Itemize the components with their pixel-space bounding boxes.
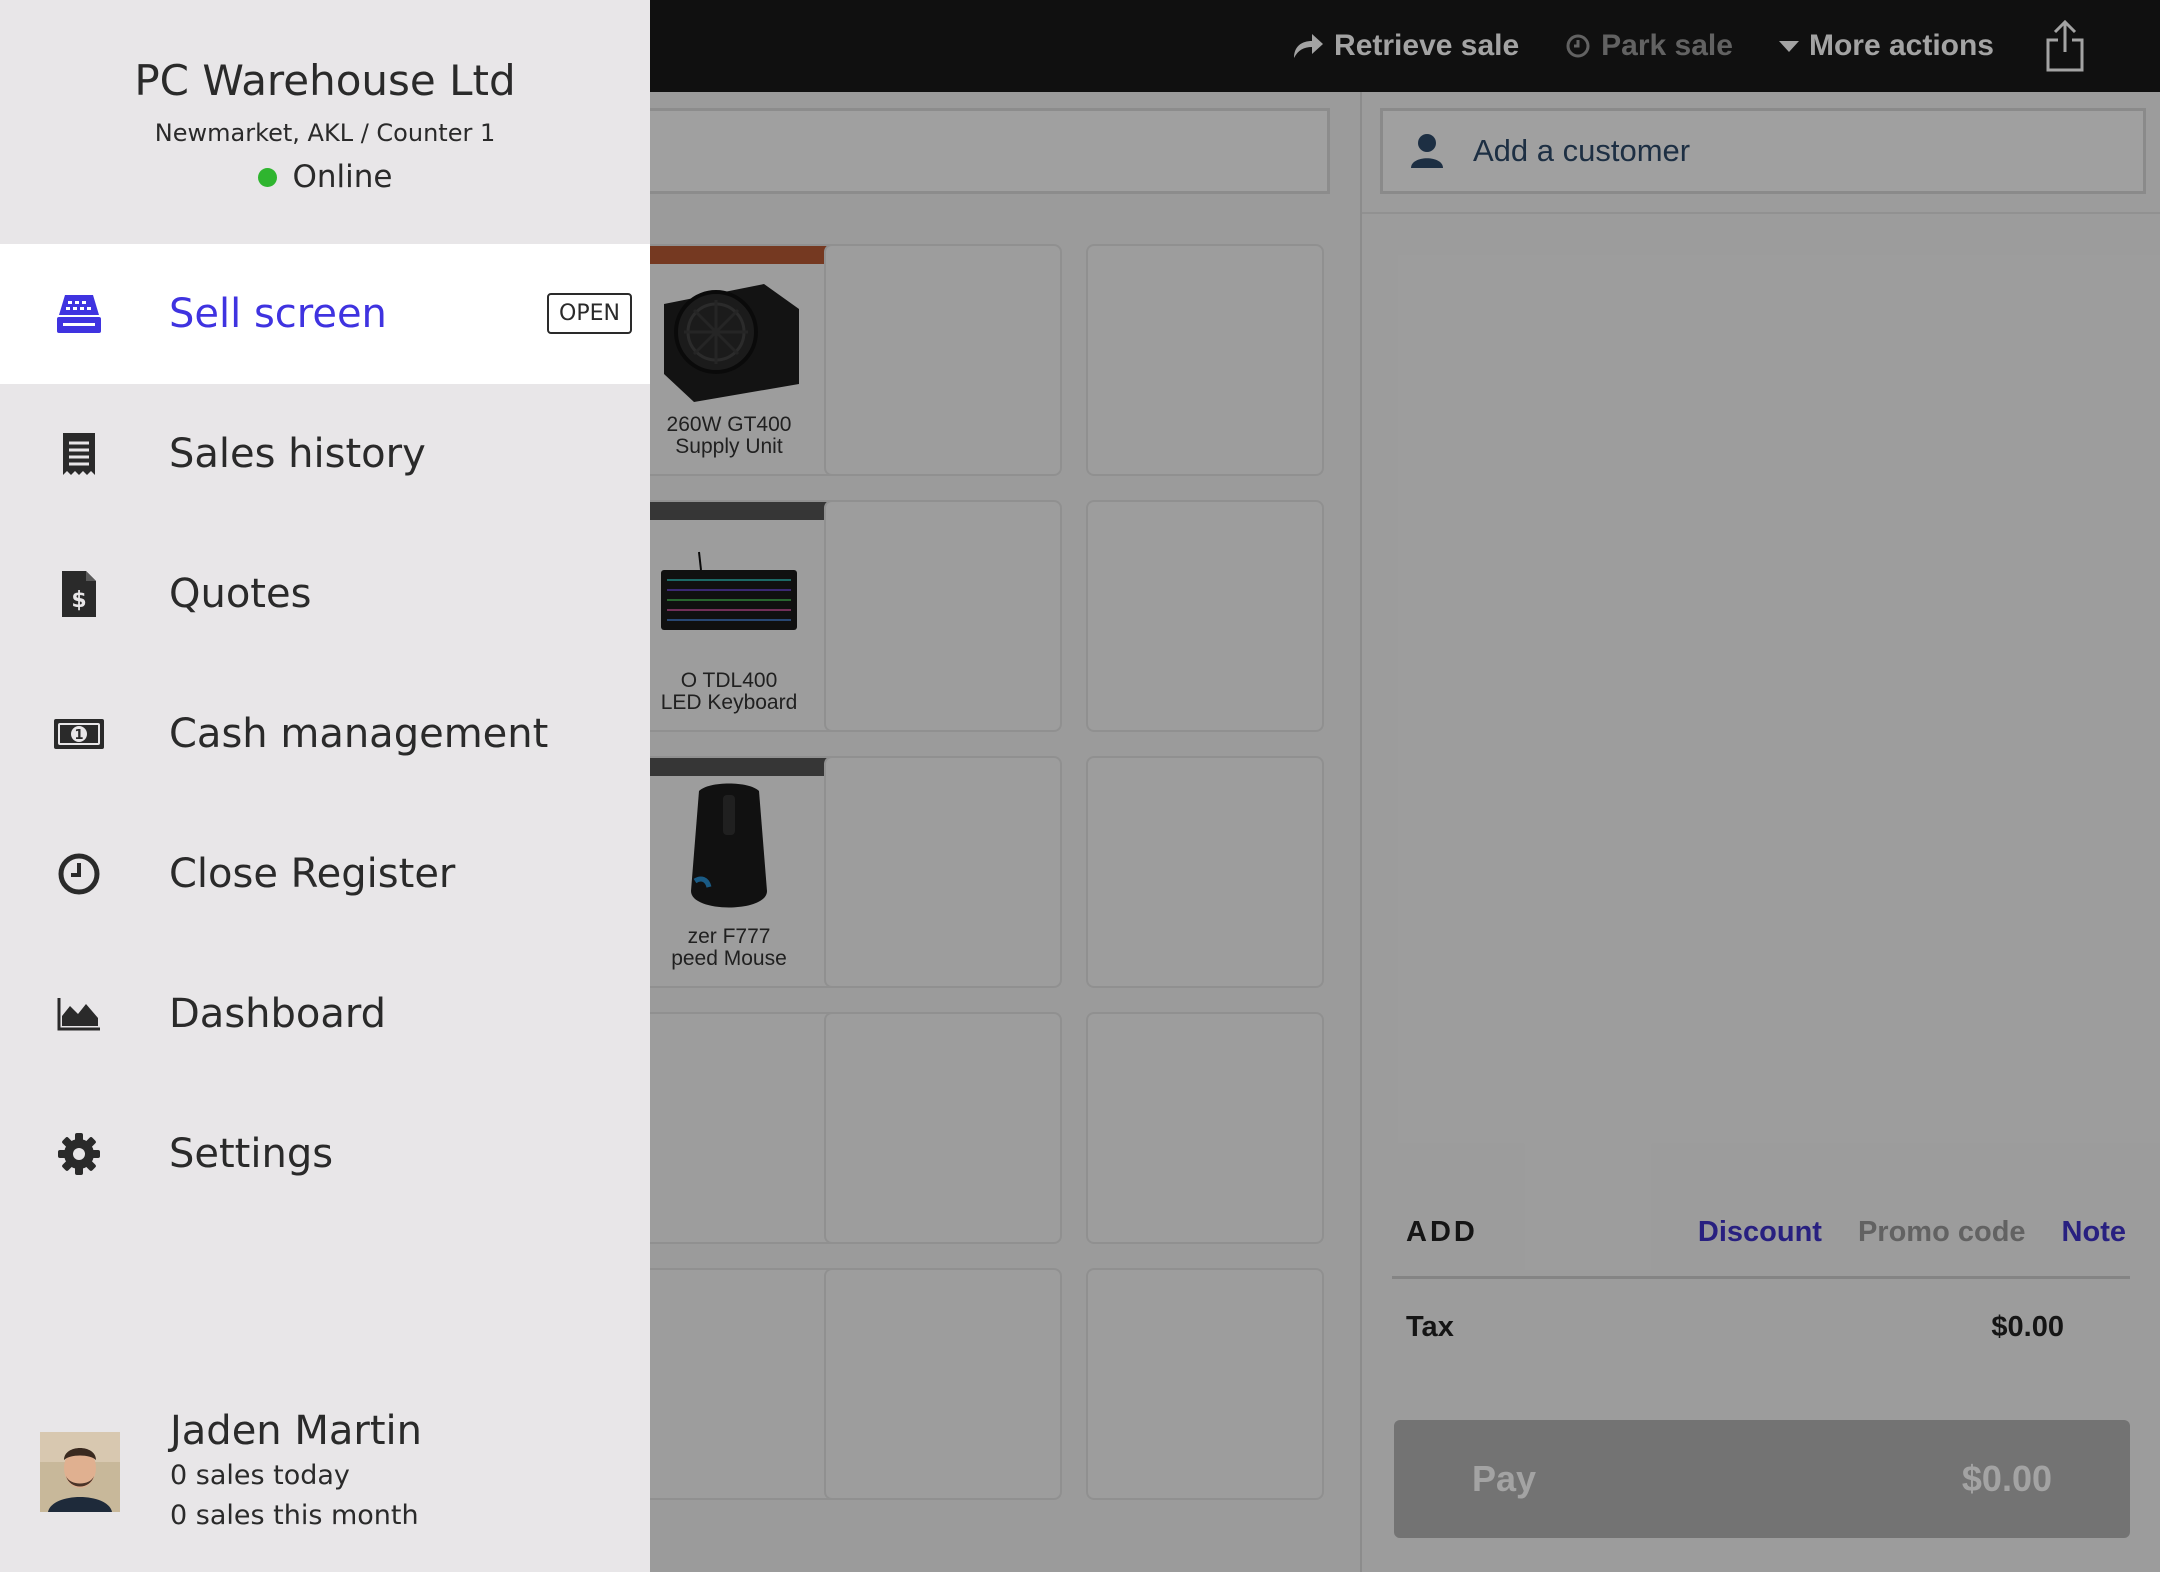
menu-item-sales-history[interactable]: Sales history xyxy=(0,384,650,524)
menu-label-quotes: Quotes xyxy=(169,571,312,617)
avatar xyxy=(40,1432,120,1512)
side-menu-drawer: PC Warehouse Ltd Newmarket, AKL / Counte… xyxy=(0,0,650,1572)
menu-label-sell-screen: Sell screen xyxy=(169,291,387,337)
main-menu: Sell screen OPEN Sales history $ Quotes … xyxy=(0,244,650,1224)
user-profile[interactable]: Jaden Martin 0 sales today 0 sales this … xyxy=(0,1404,650,1544)
sales-month-count: 0 sales this month xyxy=(170,1500,419,1531)
store-header: PC Warehouse Ltd Newmarket, AKL / Counte… xyxy=(0,56,650,195)
menu-label-dashboard: Dashboard xyxy=(169,991,387,1037)
register-open-badge: OPEN xyxy=(547,293,632,334)
online-status-dot-icon xyxy=(257,167,277,187)
menu-item-sell-screen[interactable]: Sell screen OPEN xyxy=(0,244,650,384)
sales-today-count: 0 sales today xyxy=(170,1460,350,1491)
svg-text:$: $ xyxy=(71,588,86,613)
menu-item-quotes[interactable]: $ Quotes xyxy=(0,524,650,664)
menu-item-cash-management[interactable]: 1 Cash management xyxy=(0,664,650,804)
connection-status: Online xyxy=(257,159,393,195)
menu-item-close-register[interactable]: Close Register xyxy=(0,804,650,944)
svg-text:1: 1 xyxy=(74,728,83,743)
banknote-icon: 1 xyxy=(49,704,109,764)
gear-icon xyxy=(49,1124,109,1184)
menu-item-dashboard[interactable]: Dashboard xyxy=(0,944,650,1084)
quote-document-icon: $ xyxy=(49,564,109,624)
store-name: PC Warehouse Ltd xyxy=(134,56,516,105)
clock-icon xyxy=(49,844,109,904)
user-name: Jaden Martin xyxy=(170,1408,422,1454)
receipt-icon xyxy=(49,424,109,484)
menu-label-cash-management: Cash management xyxy=(169,711,549,757)
cash-register-icon xyxy=(49,284,109,344)
connection-status-label: Online xyxy=(292,159,393,195)
menu-label-settings: Settings xyxy=(169,1131,334,1177)
menu-item-settings[interactable]: Settings xyxy=(0,1084,650,1224)
menu-label-sales-history: Sales history xyxy=(169,431,426,477)
area-chart-icon xyxy=(49,984,109,1044)
menu-label-close-register: Close Register xyxy=(169,851,456,897)
store-location: Newmarket, AKL / Counter 1 xyxy=(154,119,496,147)
